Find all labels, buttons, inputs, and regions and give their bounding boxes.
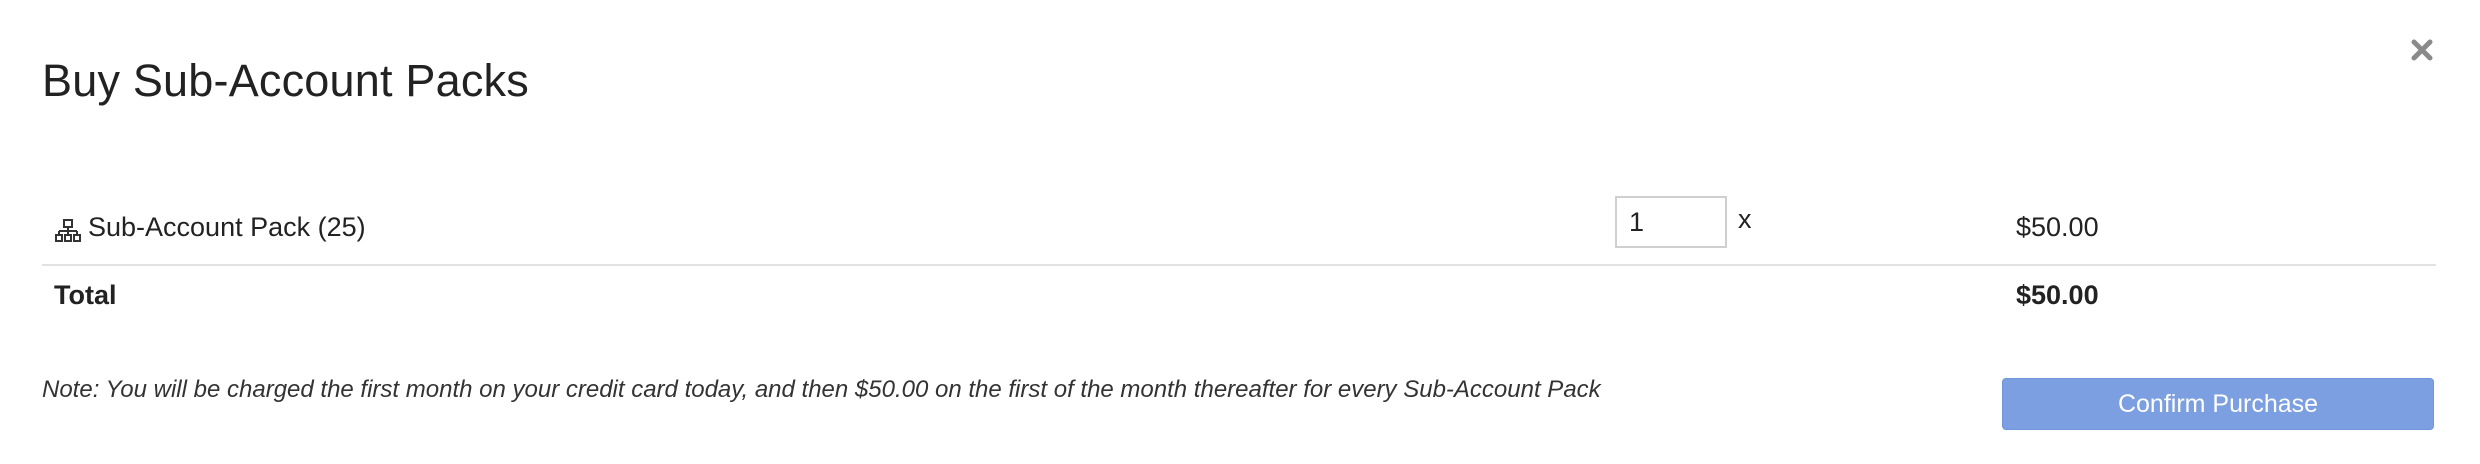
total-value: $50.00 bbox=[2016, 280, 2099, 310]
total-label: Total bbox=[54, 280, 117, 310]
confirm-purchase-button[interactable]: Confirm Purchase bbox=[2002, 378, 2434, 430]
multiplier-sign: x bbox=[1738, 204, 1752, 234]
close-icon bbox=[2411, 39, 2433, 61]
buy-sub-account-packs-dialog: Buy Sub-Account Packs Sub-Account Pack (… bbox=[0, 0, 2480, 464]
close-button[interactable] bbox=[2400, 28, 2444, 72]
total-row: Total $50.00 bbox=[42, 266, 2436, 326]
line-item-price: $50.00 bbox=[2016, 212, 2099, 242]
line-item-label: Sub-Account Pack (25) bbox=[88, 212, 366, 242]
line-item-row: Sub-Account Pack (25) x $50.00 bbox=[42, 196, 2436, 266]
sitemap-icon bbox=[54, 217, 82, 245]
billing-note: Note: You will be charged the first mont… bbox=[42, 376, 1601, 403]
quantity-input[interactable] bbox=[1615, 196, 1727, 248]
dialog-title: Buy Sub-Account Packs bbox=[42, 55, 529, 106]
